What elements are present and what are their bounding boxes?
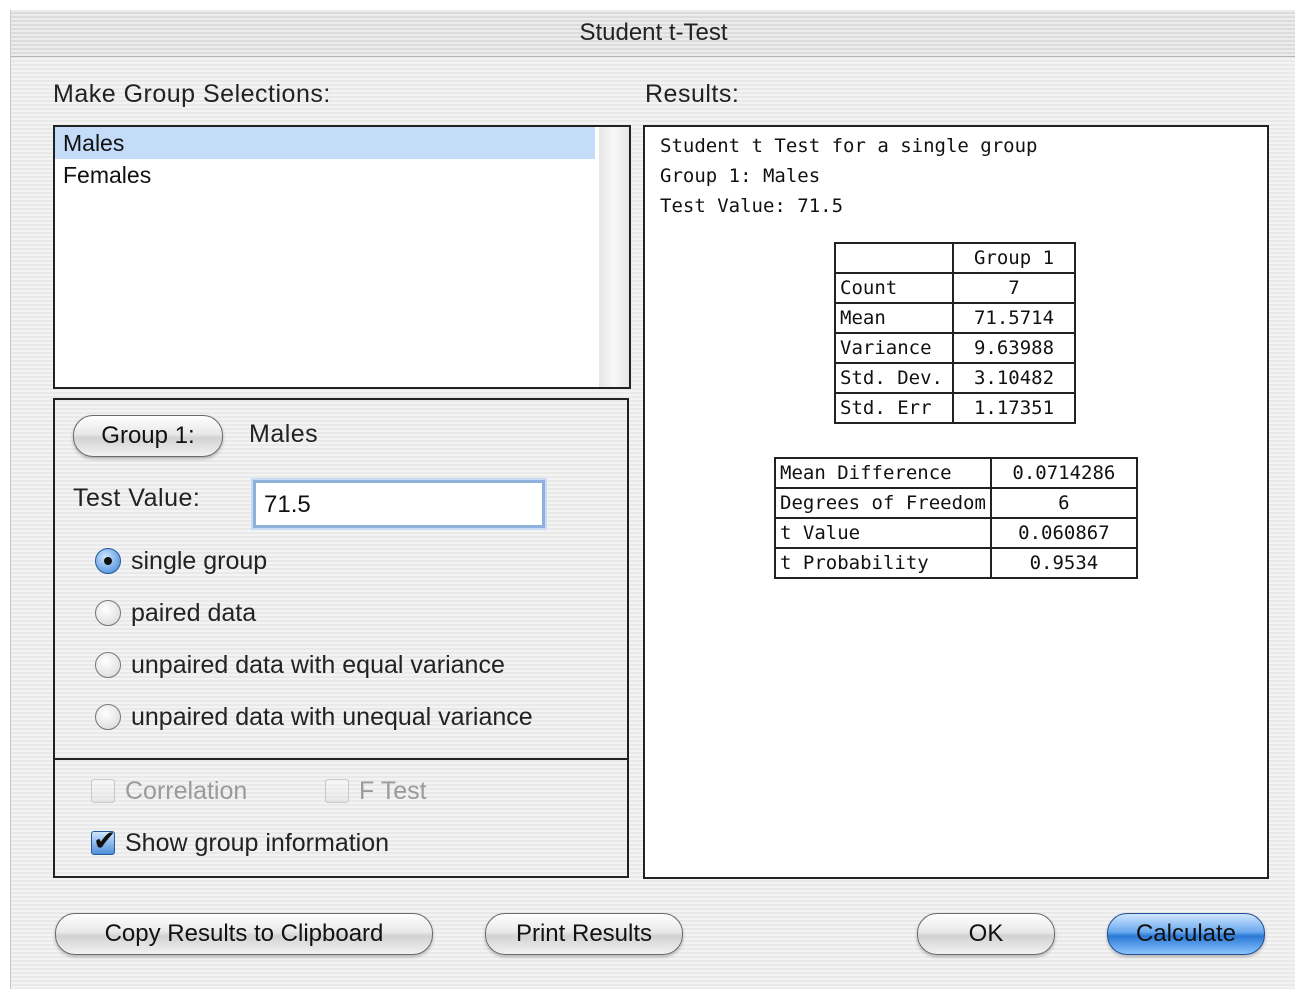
stat-value: 0.0714286 xyxy=(989,457,1138,489)
stat-label: Mean Difference xyxy=(774,457,992,489)
correlation-checkbox-row: Correlation xyxy=(91,773,247,809)
group1-button[interactable]: Group 1: xyxy=(73,415,223,457)
radio-label: single group xyxy=(131,546,268,575)
stat-label: Variance xyxy=(834,332,954,364)
f-test-checkbox-row: F Test xyxy=(325,773,427,809)
radio-unpaired-equal[interactable]: unpaired data with equal variance xyxy=(95,647,505,683)
test-value-input[interactable]: 71.5 xyxy=(253,480,545,528)
radio-button-selected[interactable] xyxy=(95,548,121,574)
table-header-row: Group 1 xyxy=(834,242,1076,274)
radio-label: unpaired data with unequal variance xyxy=(131,702,533,731)
window-title: Student t-Test xyxy=(11,10,1295,57)
table-row: Mean 71.5714 xyxy=(834,302,1076,334)
stat-label: t Probability xyxy=(774,547,992,579)
stat-value: 1.17351 xyxy=(952,392,1076,424)
stat-label: Count xyxy=(834,272,954,304)
list-item-females[interactable]: Females xyxy=(55,159,629,191)
show-group-info-row[interactable]: Show group information xyxy=(91,824,390,861)
radio-button[interactable] xyxy=(95,652,121,678)
radio-button[interactable] xyxy=(95,600,121,626)
radio-label: unpaired data with equal variance xyxy=(131,650,505,679)
table-row: Std. Err 1.17351 xyxy=(834,392,1076,424)
result-group-line: Group 1: Males xyxy=(660,165,821,187)
results-heading: Results: xyxy=(645,80,740,108)
table-row: t Probability 0.9534 xyxy=(774,547,1138,579)
table-row: Variance 9.63988 xyxy=(834,332,1076,364)
result-title-line: Student t Test for a single group xyxy=(660,135,1038,157)
stat-value: 7 xyxy=(952,272,1076,304)
dialog-window: Student t-Test Make Group Selections: Ma… xyxy=(10,10,1295,989)
ok-button[interactable]: OK xyxy=(917,913,1055,955)
stat-label: Mean xyxy=(834,302,954,334)
listbox-scrollbar[interactable] xyxy=(599,127,629,387)
f-test-checkbox xyxy=(325,779,349,803)
results-pane[interactable]: Student t Test for a single group Group … xyxy=(643,125,1269,879)
correlation-label: Correlation xyxy=(125,776,248,805)
group-stats-table: Group 1 Count 7 Mean 71.5714 Variance 9.… xyxy=(834,242,1076,424)
radio-button[interactable] xyxy=(95,704,121,730)
correlation-checkbox xyxy=(91,779,115,803)
print-results-button[interactable]: Print Results xyxy=(485,913,683,955)
radio-single-group[interactable]: single group xyxy=(95,543,267,579)
radio-paired-data[interactable]: paired data xyxy=(95,595,256,631)
table-row: Std. Dev. 3.10482 xyxy=(834,362,1076,394)
group1-header: Group 1 xyxy=(952,242,1076,274)
group-selections-heading: Make Group Selections: xyxy=(53,80,331,108)
show-group-info-label: Show group information xyxy=(125,828,390,857)
stat-label: t Value xyxy=(774,517,992,549)
stat-value: 3.10482 xyxy=(952,362,1076,394)
stat-label: Std. Dev. xyxy=(834,362,954,394)
table-row: Count 7 xyxy=(834,272,1076,304)
stat-value: 9.63988 xyxy=(952,332,1076,364)
list-item-males[interactable]: Males xyxy=(55,127,595,159)
stat-value: 0.9534 xyxy=(989,547,1138,579)
calculate-button[interactable]: Calculate xyxy=(1107,913,1265,955)
table-row: Mean Difference 0.0714286 xyxy=(774,457,1138,489)
radio-unpaired-unequal[interactable]: unpaired data with unequal variance xyxy=(95,699,533,735)
stat-value: 71.5714 xyxy=(952,302,1076,334)
stat-label: Degrees of Freedom xyxy=(774,487,992,519)
radio-label: paired data xyxy=(131,598,257,627)
table-row: Degrees of Freedom 6 xyxy=(774,487,1138,519)
group-listbox[interactable]: Males Females xyxy=(53,125,631,389)
stat-value: 6 xyxy=(989,487,1138,519)
empty-header-cell xyxy=(834,242,954,274)
stat-value: 0.060867 xyxy=(989,517,1138,549)
group1-value: Males xyxy=(249,420,319,448)
show-group-info-checkbox[interactable] xyxy=(91,824,116,857)
test-value-label: Test Value: xyxy=(73,484,201,512)
test-stats-table: Mean Difference 0.0714286 Degrees of Fre… xyxy=(774,457,1138,579)
f-test-label: F Test xyxy=(359,776,427,805)
table-row: t Value 0.060867 xyxy=(774,517,1138,549)
stat-label: Std. Err xyxy=(834,392,954,424)
copy-results-button[interactable]: Copy Results to Clipboard xyxy=(55,913,433,955)
result-test-value-line: Test Value: 71.5 xyxy=(660,195,844,217)
